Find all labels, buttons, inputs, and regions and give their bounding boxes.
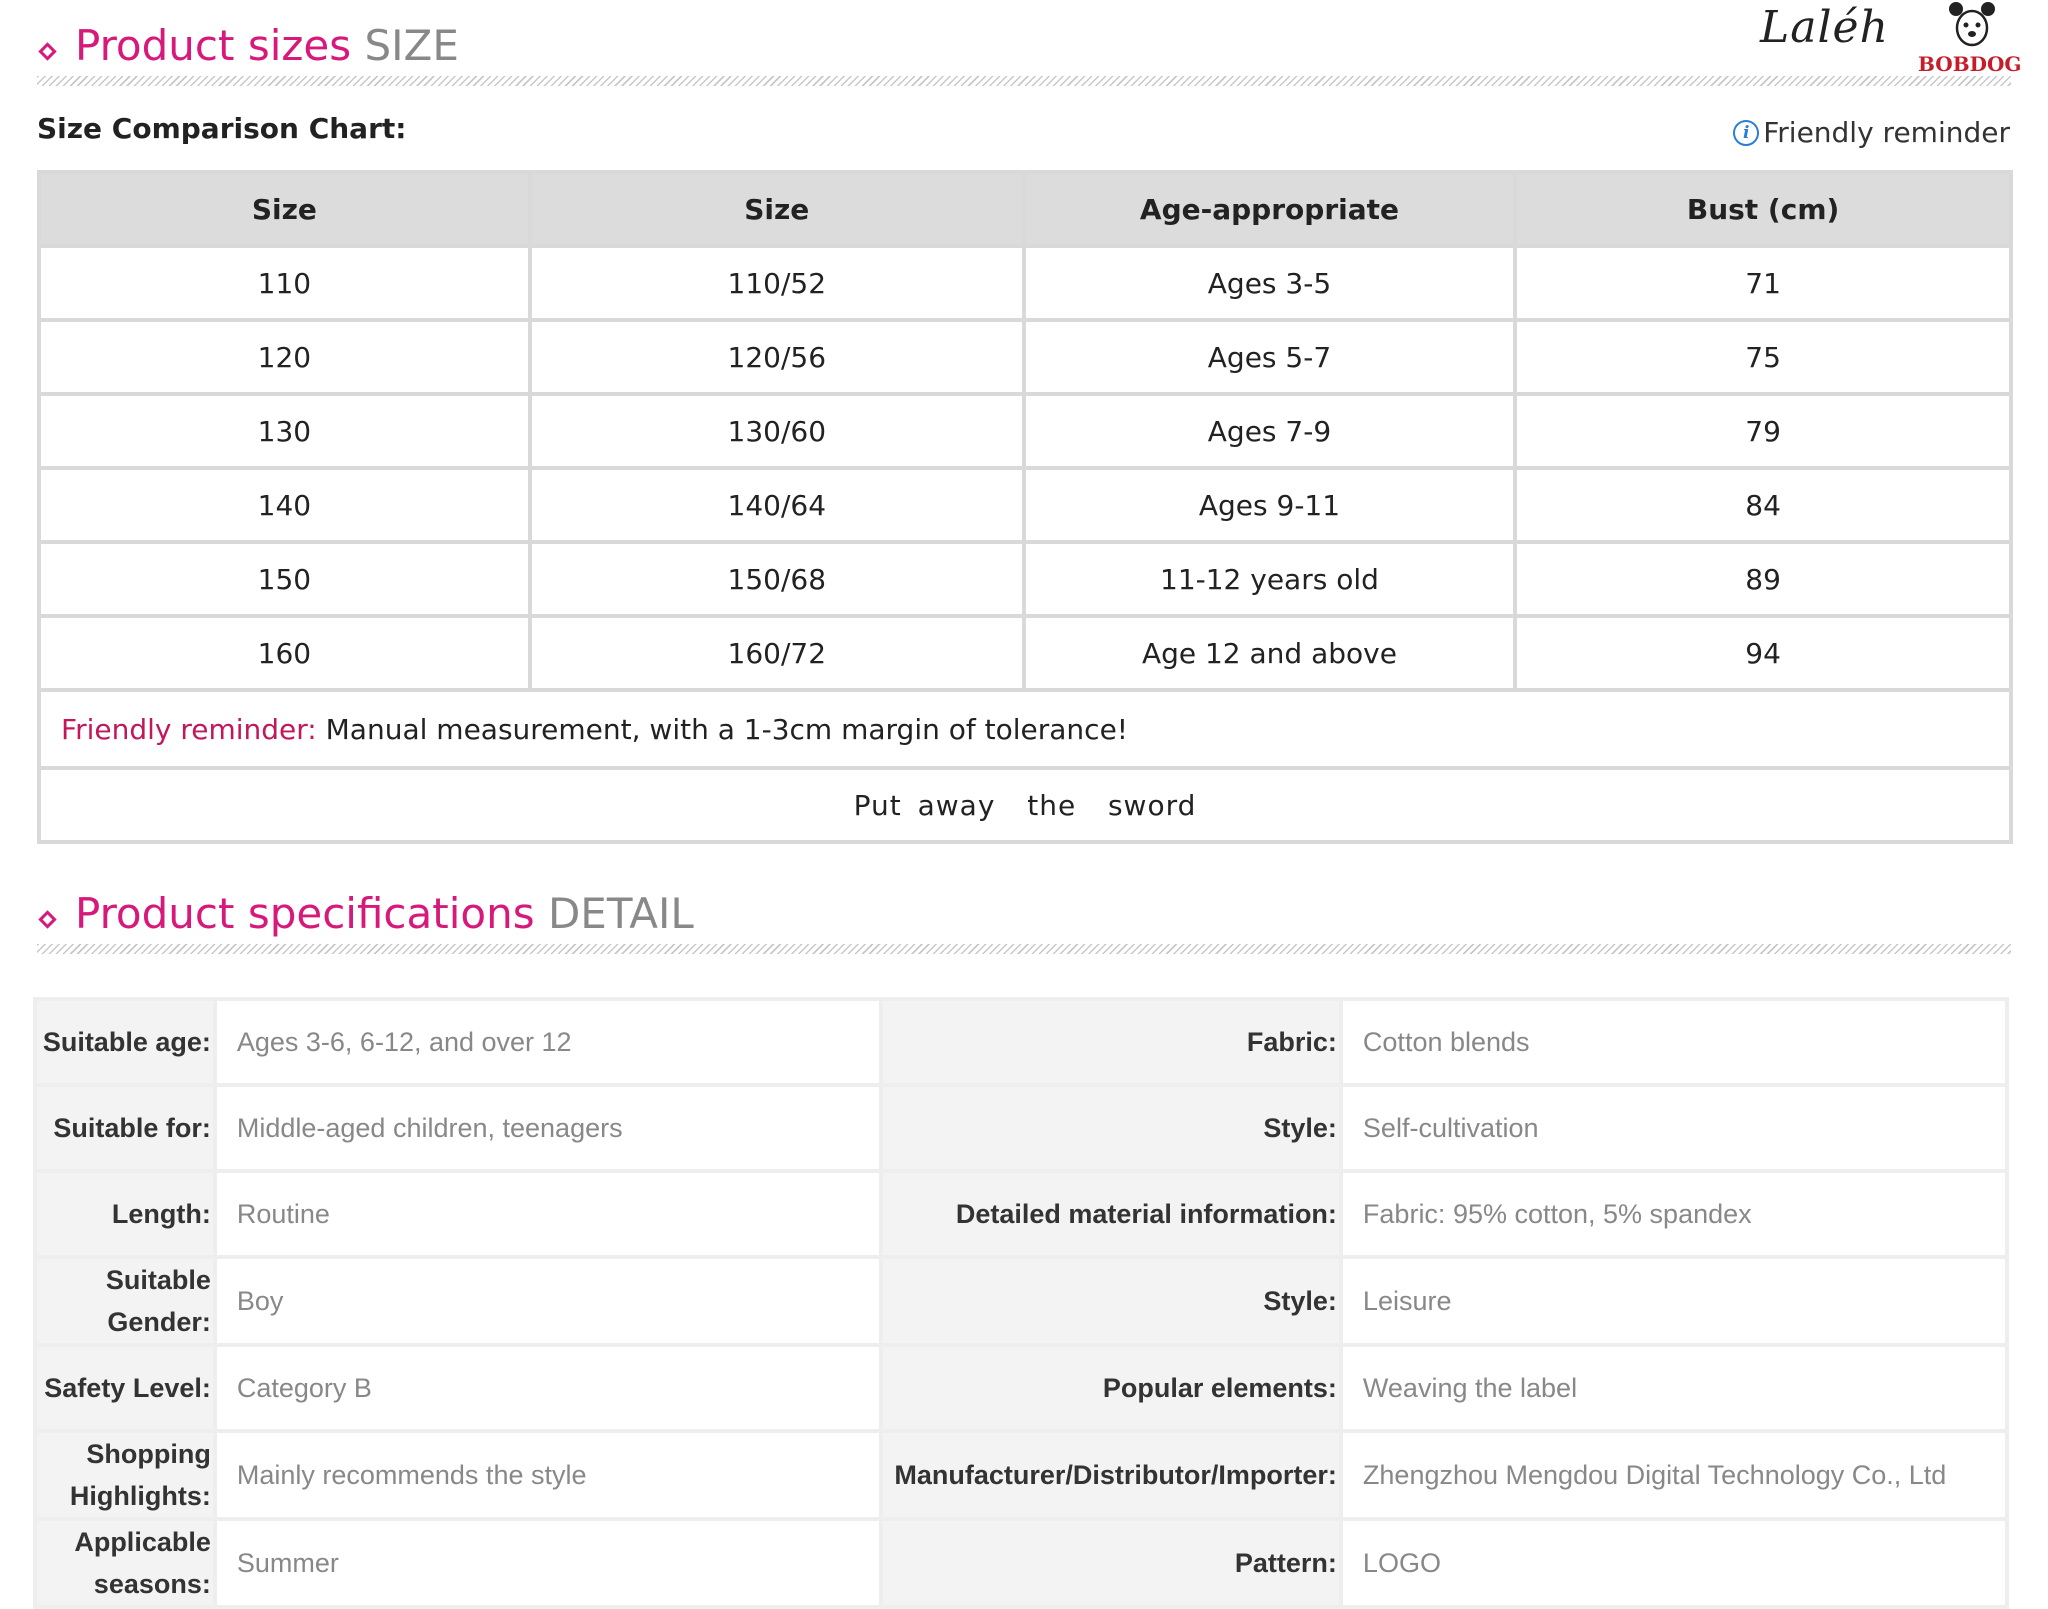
spec-key: Suitable Gender:	[37, 1259, 213, 1343]
table-row: 110 110/52 Ages 3-5 71	[41, 248, 2009, 322]
cell-size: 110	[41, 248, 532, 322]
spec-value: Summer	[216, 1521, 879, 1605]
spec-key: Fabric:	[882, 1001, 1339, 1083]
spec-value: Weaving the label	[1342, 1347, 2005, 1429]
header-size-code: Size	[531, 174, 1026, 248]
spec-key: Style:	[882, 1087, 1339, 1169]
footer-cell: Put away the sword	[853, 788, 1197, 822]
cell-age: Ages 7-9	[1025, 396, 1518, 470]
bobdog-mascot-icon	[1949, 2, 1995, 47]
size-chart-label: Size Comparison Chart:	[37, 112, 407, 145]
size-title-suffix: SIZE	[364, 21, 459, 70]
spec-key: Style:	[882, 1259, 1339, 1343]
spec-value: Category B	[216, 1347, 879, 1429]
cell-size-code: 160/72	[531, 618, 1026, 692]
reminder-row: Friendly reminder: Manual measurement, w…	[41, 692, 2009, 770]
reminder-label: Friendly reminder:	[61, 712, 317, 746]
detail-title-main: Product specifications	[75, 889, 535, 938]
spec-value: Mainly recommends the style	[216, 1433, 879, 1517]
detail-section-title: Product specifications DETAIL	[75, 888, 694, 940]
size-section-title: Product sizes SIZE	[75, 20, 459, 72]
product-spec-table: Suitable age: Ages 3-6, 6-12, and over 1…	[33, 997, 2009, 1609]
cell-size: 140	[41, 470, 532, 544]
dotted-divider	[37, 944, 2011, 954]
cell-size: 130	[41, 396, 532, 470]
laleh-script-logo: Laléh	[1760, 2, 1889, 53]
cell-bust: 89	[1517, 544, 2009, 618]
cell-bust: 94	[1517, 618, 2009, 692]
cell-age: Ages 5-7	[1025, 322, 1518, 396]
cell-size-code: 130/60	[531, 396, 1026, 470]
table-row: 150 150/68 11-12 years old 89	[41, 544, 2009, 618]
cell-bust: 84	[1517, 470, 2009, 544]
cell-size: 120	[41, 322, 532, 396]
size-section-header: Product sizes SIZE	[37, 20, 2011, 90]
spec-value: Ages 3-6, 6-12, and over 12	[216, 1001, 879, 1083]
cell-age: 11-12 years old	[1025, 544, 1518, 618]
spec-key: Shopping Highlights:	[37, 1433, 213, 1517]
table-row: 120 120/56 Ages 5-7 75	[41, 322, 2009, 396]
cell-size-code: 110/52	[531, 248, 1026, 322]
table-row: 130 130/60 Ages 7-9 79	[41, 396, 2009, 470]
spec-row: Suitable Gender: Boy Style: Leisure	[37, 1259, 2005, 1343]
detail-title-suffix: DETAIL	[547, 889, 694, 938]
spec-value: Fabric: 95% cotton, 5% spandex	[1342, 1173, 2005, 1255]
table-row: 160 160/72 Age 12 and above 94	[41, 618, 2009, 692]
diamond-bullet-icon	[38, 42, 57, 61]
spec-row: Suitable age: Ages 3-6, 6-12, and over 1…	[37, 1001, 2005, 1083]
header-age: Age-appropriate	[1025, 174, 1518, 248]
spec-row: Applicable seasons: Summer Pattern: LOGO	[37, 1521, 2005, 1605]
friendly-reminder-label: Friendly reminder	[1763, 116, 2010, 149]
spec-key: Applicable seasons:	[37, 1521, 213, 1605]
spec-key: Suitable age:	[37, 1001, 213, 1083]
spec-key: Pattern:	[882, 1521, 1339, 1605]
spec-value: Middle-aged children, teenagers	[216, 1087, 879, 1169]
spec-value: Zhengzhou Mengdou Digital Technology Co.…	[1342, 1433, 2005, 1517]
reminder-cell: Friendly reminder: Manual measurement, w…	[41, 692, 2009, 770]
spec-key: Length:	[37, 1173, 213, 1255]
cell-size-code: 140/64	[531, 470, 1026, 544]
spec-key: Safety Level:	[37, 1347, 213, 1429]
spec-value: LOGO	[1342, 1521, 2005, 1605]
spec-value: Cotton blends	[1342, 1001, 2005, 1083]
spec-value: Routine	[216, 1173, 879, 1255]
product-detail-page: Product sizes SIZE Laléh BOBDOG Size Com…	[0, 0, 2048, 1609]
footer-row: Put away the sword	[41, 770, 2009, 840]
header-size: Size	[41, 174, 532, 248]
cell-bust: 71	[1517, 248, 2009, 322]
cell-bust: 79	[1517, 396, 2009, 470]
spec-value: Self-cultivation	[1342, 1087, 2005, 1169]
spec-key: Detailed material information:	[882, 1173, 1339, 1255]
bobdog-logo-text: BOBDOG	[1918, 52, 2022, 76]
cell-bust: 75	[1517, 322, 2009, 396]
spec-key: Suitable for:	[37, 1087, 213, 1169]
spec-row: Shopping Highlights: Mainly recommends t…	[37, 1433, 2005, 1517]
reminder-text: Manual measurement, with a 1-3cm margin …	[325, 712, 1129, 746]
detail-section-header: Product specifications DETAIL	[37, 888, 2011, 958]
spec-row: Safety Level: Category B Popular element…	[37, 1347, 2005, 1429]
cell-age: Ages 9-11	[1025, 470, 1518, 544]
spec-row: Length: Routine Detailed material inform…	[37, 1173, 2005, 1255]
table-header-row: Size Size Age-appropriate Bust (cm)	[41, 174, 2009, 248]
spec-key: Popular elements:	[882, 1347, 1339, 1429]
brand-logo: Laléh BOBDOG	[1760, 0, 2022, 84]
spec-value: Boy	[216, 1259, 879, 1343]
diamond-bullet-icon	[38, 910, 57, 929]
friendly-reminder-link[interactable]: i Friendly reminder	[1733, 116, 2010, 149]
cell-age: Age 12 and above	[1025, 618, 1518, 692]
cell-size-code: 120/56	[531, 322, 1026, 396]
table-row: 140 140/64 Ages 9-11 84	[41, 470, 2009, 544]
dotted-divider	[37, 76, 2011, 86]
cell-size: 160	[41, 618, 532, 692]
header-bust: Bust (cm)	[1517, 174, 2009, 248]
cell-age: Ages 3-5	[1025, 248, 1518, 322]
cell-size-code: 150/68	[531, 544, 1026, 618]
cell-size: 150	[41, 544, 532, 618]
spec-row: Suitable for: Middle-aged children, teen…	[37, 1087, 2005, 1169]
info-icon: i	[1733, 119, 1760, 146]
spec-key: Manufacturer/Distributor/Importer:	[882, 1433, 1339, 1517]
size-title-main: Product sizes	[75, 21, 352, 70]
size-comparison-table: Size Size Age-appropriate Bust (cm) 110 …	[37, 170, 2013, 844]
spec-value: Leisure	[1342, 1259, 2005, 1343]
